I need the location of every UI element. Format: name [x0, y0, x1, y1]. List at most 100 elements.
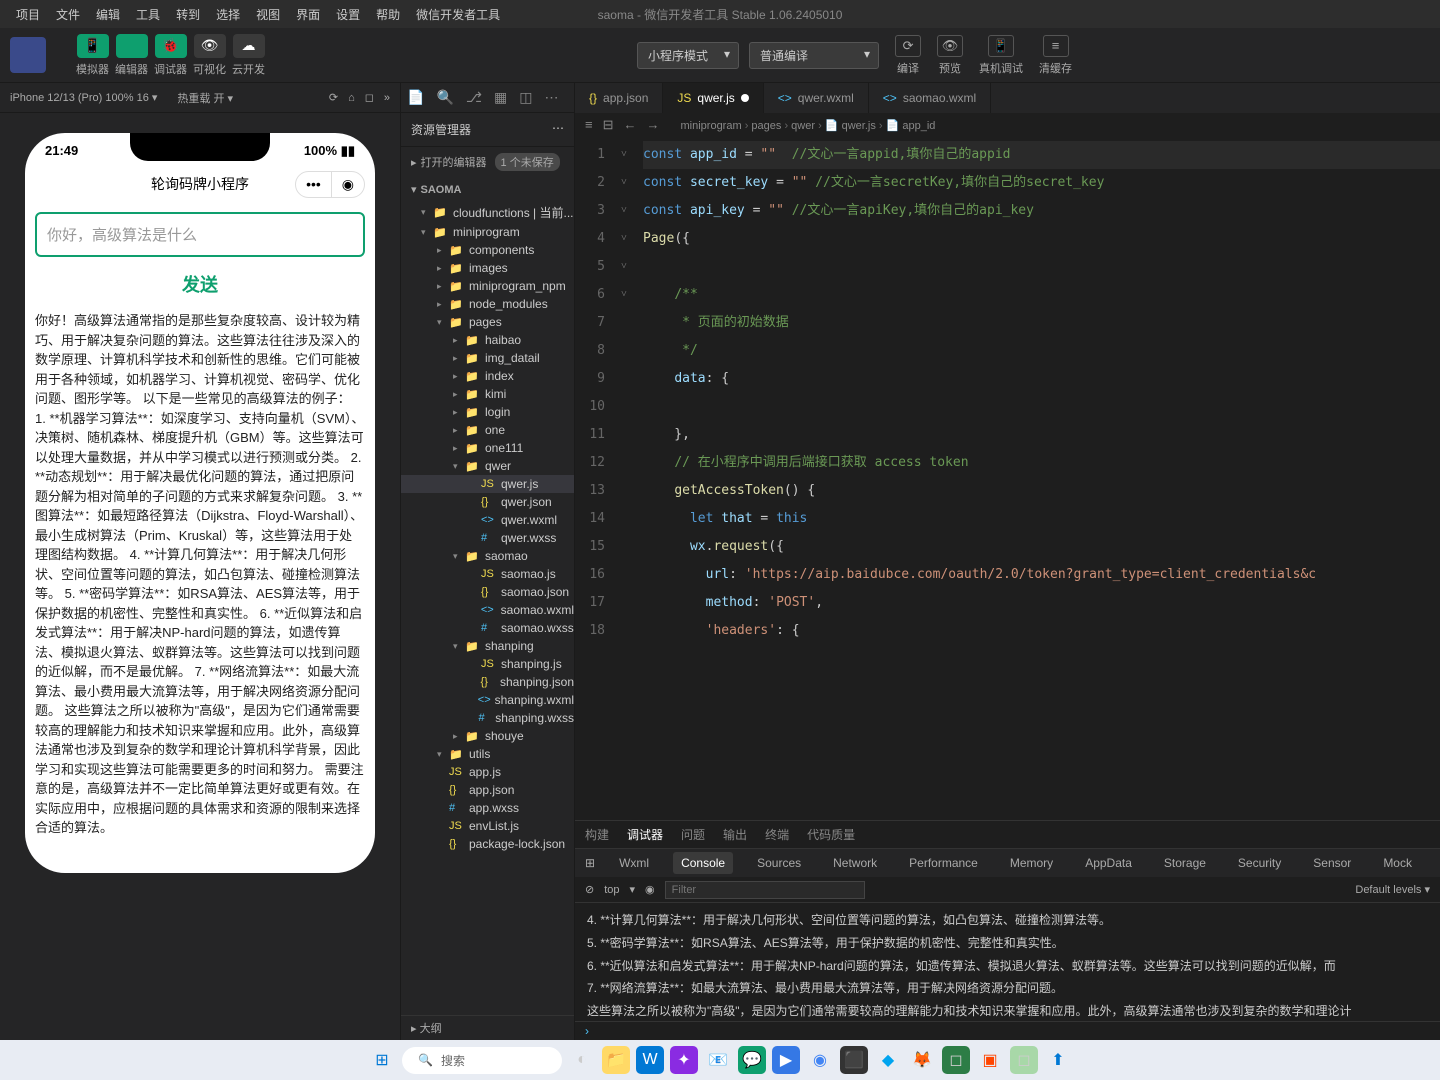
task-icon[interactable]: ◻	[942, 1046, 970, 1074]
tree-haibao[interactable]: ▸📁haibao	[401, 331, 574, 349]
eye-icon[interactable]: ◉	[645, 883, 655, 896]
btab-代码质量[interactable]: 代码质量	[807, 826, 855, 843]
tree-cloudfunctions | 当前...[interactable]: ▾📁cloudfunctions | 当前...	[401, 202, 574, 223]
tree-saomao.wxml[interactable]: <>saomao.wxml	[401, 601, 574, 619]
ext-icon[interactable]: ▦	[494, 89, 507, 106]
project-section[interactable]: ▾SAOMA	[401, 177, 574, 202]
tree-shanping.wxml[interactable]: <>shanping.wxml	[401, 691, 574, 709]
tool-编辑器[interactable]: 编辑器	[115, 34, 148, 77]
devtab-Network[interactable]: Network	[825, 852, 885, 874]
tree-img_datail[interactable]: ▸📁img_datail	[401, 349, 574, 367]
tree-one111[interactable]: ▸📁one111	[401, 439, 574, 457]
menu-视图[interactable]: 视图	[248, 6, 288, 23]
tree-package-lock.json[interactable]: {}package-lock.json	[401, 835, 574, 853]
tree-pages[interactable]: ▾📁pages	[401, 313, 574, 331]
tree-saomao.wxss[interactable]: #saomao.wxss	[401, 619, 574, 637]
tree-shouye[interactable]: ▸📁shouye	[401, 727, 574, 745]
menu-界面[interactable]: 界面	[288, 6, 328, 23]
btab-问题[interactable]: 问题	[681, 826, 705, 843]
devtab-Console[interactable]: Console	[673, 852, 733, 874]
tree-index[interactable]: ▸📁index	[401, 367, 574, 385]
btab-构建[interactable]: 构建	[585, 826, 609, 843]
tree-saomao.json[interactable]: {}saomao.json	[401, 583, 574, 601]
refresh-icon[interactable]: ⟳	[329, 91, 338, 104]
action-预览[interactable]: 👁预览	[931, 35, 969, 76]
devtab-Storage[interactable]: Storage	[1156, 852, 1214, 874]
task-icon[interactable]: ◐	[568, 1046, 596, 1074]
tree-shanping[interactable]: ▾📁shanping	[401, 637, 574, 655]
tree-saomao.js[interactable]: JSsaomao.js	[401, 565, 574, 583]
task-icon[interactable]: ◉	[806, 1046, 834, 1074]
elements-icon[interactable]: ⊞	[585, 856, 595, 870]
avatar[interactable]	[10, 37, 46, 73]
tree-qwer.json[interactable]: {}qwer.json	[401, 493, 574, 511]
mode-dropdown[interactable]: 小程序模式	[637, 42, 739, 69]
menu-项目[interactable]: 项目	[8, 6, 48, 23]
tree-miniprogram[interactable]: ▾📁miniprogram	[401, 223, 574, 241]
open-editors-section[interactable]: ▸打开的编辑器 1 个未保存	[401, 147, 574, 177]
filter-input[interactable]	[665, 881, 865, 899]
search-icon[interactable]: 🔍	[436, 89, 453, 106]
menu-工具[interactable]: 工具	[128, 6, 168, 23]
tree-miniprogram_npm[interactable]: ▸📁miniprogram_npm	[401, 277, 574, 295]
tree-components[interactable]: ▸📁components	[401, 241, 574, 259]
tab-qwer.wxml[interactable]: <>qwer.wxml	[764, 83, 869, 113]
tree-qwer[interactable]: ▾📁qwer	[401, 457, 574, 475]
tree-app.wxss[interactable]: #app.wxss	[401, 799, 574, 817]
task-icon[interactable]: ◻	[1010, 1046, 1038, 1074]
btab-输出[interactable]: 输出	[723, 826, 747, 843]
tree-qwer.js[interactable]: JSqwer.js	[401, 475, 574, 493]
tab-qwer.js[interactable]: JSqwer.js	[663, 83, 763, 113]
tree-shanping.js[interactable]: JSshanping.js	[401, 655, 574, 673]
levels-dropdown[interactable]: Default levels ▾	[1355, 883, 1430, 896]
more-icon[interactable]: »	[384, 92, 390, 104]
back-icon[interactable]: ◻	[365, 91, 374, 104]
console-prompt[interactable]: ›	[575, 1021, 1440, 1040]
devtab-Sources[interactable]: Sources	[749, 852, 809, 874]
tree-qwer.wxss[interactable]: #qwer.wxss	[401, 529, 574, 547]
tree-app.js[interactable]: JSapp.js	[401, 763, 574, 781]
action-真机调试[interactable]: 📱真机调试	[973, 35, 1029, 76]
tree-qwer.wxml[interactable]: <>qwer.wxml	[401, 511, 574, 529]
tree-login[interactable]: ▸📁login	[401, 403, 574, 421]
menu-转到[interactable]: 转到	[168, 6, 208, 23]
clear-icon[interactable]: ⊘	[585, 883, 594, 896]
compile-dropdown[interactable]: 普通编译	[749, 42, 879, 69]
tool-调试器[interactable]: 🐞调试器	[154, 34, 187, 77]
phone-capsule[interactable]: •••◉	[295, 171, 365, 198]
task-icon[interactable]: ✦	[670, 1046, 698, 1074]
menu-编辑[interactable]: 编辑	[88, 6, 128, 23]
home-icon[interactable]: ⌂	[348, 92, 355, 104]
task-icon[interactable]: ▣	[976, 1046, 1004, 1074]
top-context[interactable]: top	[604, 884, 619, 896]
task-icon[interactable]: 📧	[704, 1046, 732, 1074]
menu-设置[interactable]: 设置	[328, 6, 368, 23]
tab-saomao.wxml[interactable]: <>saomao.wxml	[869, 83, 991, 113]
task-icon[interactable]: 🦊	[908, 1046, 936, 1074]
task-icon[interactable]: ▶	[772, 1046, 800, 1074]
tree-saomao[interactable]: ▾📁saomao	[401, 547, 574, 565]
devtab-Sensor[interactable]: Sensor	[1305, 852, 1359, 874]
more-icon[interactable]: ⋯	[544, 89, 558, 106]
menu-icon[interactable]: ≡	[585, 117, 593, 133]
devtab-Mock[interactable]: Mock	[1375, 852, 1420, 874]
tree-kimi[interactable]: ▸📁kimi	[401, 385, 574, 403]
hot-reload[interactable]: 热重载 开 ▾	[177, 90, 233, 106]
task-icon[interactable]: 💬	[738, 1046, 766, 1074]
back-icon[interactable]: ←	[624, 117, 637, 133]
collapse-icon[interactable]: ⊟	[603, 117, 614, 133]
tree-app.json[interactable]: {}app.json	[401, 781, 574, 799]
devtab-AppData[interactable]: AppData	[1077, 852, 1140, 874]
btab-终端[interactable]: 终端	[765, 826, 789, 843]
phone-send-button[interactable]: 发送	[25, 265, 375, 303]
tree-images[interactable]: ▸📁images	[401, 259, 574, 277]
phone-input[interactable]: 你好，高级算法是什么	[35, 212, 365, 257]
tree-shanping.wxss[interactable]: #shanping.wxss	[401, 709, 574, 727]
device-info[interactable]: iPhone 12/13 (Pro) 100% 16 ▾	[10, 91, 157, 104]
tree-envList.js[interactable]: JSenvList.js	[401, 817, 574, 835]
code-editor[interactable]: 123456789101112131415161718 ˅˅˅˅˅˅ const…	[575, 137, 1440, 820]
tree-node_modules[interactable]: ▸📁node_modules	[401, 295, 574, 313]
menu-帮助[interactable]: 帮助	[368, 6, 408, 23]
devtab-Security[interactable]: Security	[1230, 852, 1289, 874]
action-编译[interactable]: ⟳编译	[889, 35, 927, 76]
